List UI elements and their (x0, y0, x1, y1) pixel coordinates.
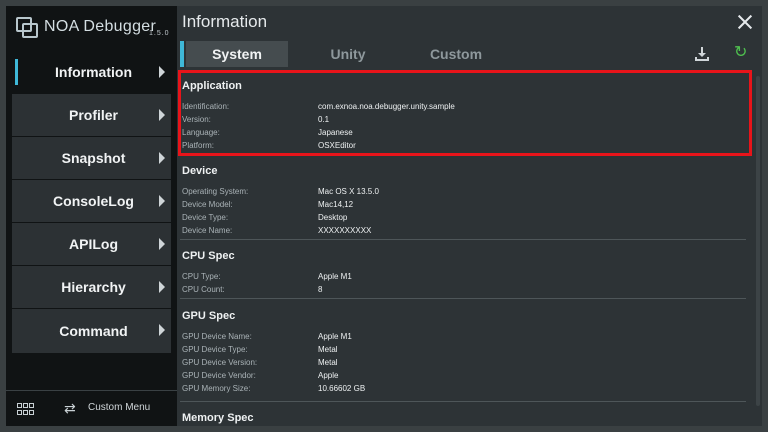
sidebar-nav: Information Profiler Snapshot ConsoleLog… (6, 50, 177, 354)
section-divider (180, 239, 746, 240)
app-name: NOA Debugger (44, 18, 157, 35)
info-value: Apple (318, 371, 339, 380)
active-indicator (15, 59, 18, 85)
chevron-right-icon (159, 66, 165, 78)
sidebar-item-command[interactable]: Command (12, 309, 171, 353)
information-content: Application Identification: com.exnoa.no… (178, 70, 750, 426)
info-key: GPU Memory Size: (182, 384, 251, 393)
info-value: Japanese (318, 128, 353, 137)
section-title: Application (182, 80, 242, 92)
noa-debugger-window: NOA Debugger 1.5.0 Information Profiler … (6, 6, 762, 426)
section-title: CPU Spec (182, 250, 235, 262)
info-value: Mac OS X 13.5.0 (318, 187, 379, 196)
info-key: GPU Device Version: (182, 358, 258, 367)
page-title: Information (182, 12, 268, 31)
chevron-right-icon (159, 238, 165, 250)
sidebar-item-label: Hierarchy (61, 279, 126, 295)
close-icon[interactable] (737, 14, 753, 30)
sidebar-item-label: Profiler (68, 107, 118, 123)
download-icon[interactable] (695, 47, 709, 61)
chevron-right-icon (159, 281, 165, 293)
info-value: 8 (318, 285, 323, 294)
app-logo: NOA Debugger (16, 14, 156, 40)
info-value: XXXXXXXXXX (318, 226, 372, 235)
content-scrollbar[interactable] (754, 70, 762, 426)
info-value: com.exnoa.noa.debugger.unity.sample (318, 102, 455, 111)
section-memory-spec: Memory Spec (178, 412, 746, 426)
sidebar-footer: ⇄ Custom Menu (6, 390, 177, 426)
info-key: CPU Count: (182, 285, 225, 294)
info-value: Apple M1 (318, 332, 352, 341)
grid-menu-icon[interactable] (17, 403, 35, 415)
info-key: Device Name: (182, 226, 233, 235)
section-divider (180, 298, 746, 299)
tab-system[interactable]: System (186, 41, 288, 67)
sidebar-item-label: ConsoleLog (53, 193, 134, 209)
chevron-right-icon (159, 195, 165, 207)
sidebar-item-apilog[interactable]: APILog (12, 223, 171, 265)
section-gpu-spec: GPU Spec GPU Device Name: Apple M1 GPU D… (178, 310, 746, 400)
info-value: Apple M1 (318, 272, 352, 281)
info-value: Desktop (318, 213, 348, 222)
tab-active-indicator (180, 41, 184, 67)
info-key: Identification: (182, 102, 230, 111)
sidebar: NOA Debugger 1.5.0 Information Profiler … (6, 6, 177, 426)
section-application: Application Identification: com.exnoa.no… (178, 80, 746, 160)
info-key: GPU Device Name: (182, 332, 252, 341)
info-value: 10.66602 GB (318, 384, 366, 393)
info-key: Device Type: (182, 213, 229, 222)
info-key: Device Model: (182, 200, 233, 209)
sidebar-item-label: Snapshot (61, 150, 126, 166)
chevron-right-icon (159, 109, 165, 121)
info-key: GPU Device Vendor: (182, 371, 256, 380)
info-value: OSXEditor (318, 141, 356, 150)
app-version: 1.5.0 (149, 30, 170, 37)
tab-custom[interactable]: Custom (406, 41, 506, 67)
info-key: CPU Type: (182, 272, 221, 281)
custom-menu-button[interactable]: Custom Menu (88, 402, 150, 413)
sidebar-item-hierarchy[interactable]: Hierarchy (12, 266, 171, 308)
chevron-right-icon (159, 152, 165, 164)
section-device: Device Operating System: Mac OS X 13.5.0… (178, 165, 746, 245)
section-title: Device (182, 165, 218, 177)
info-key: Language: (182, 128, 220, 137)
section-cpu-spec: CPU Spec CPU Type: Apple M1 CPU Count: 8 (178, 250, 746, 300)
section-title: GPU Spec (182, 310, 236, 322)
info-key: GPU Device Type: (182, 345, 248, 354)
info-key: Platform: (182, 141, 215, 150)
tab-unity[interactable]: Unity (298, 41, 398, 67)
swap-arrows-icon[interactable]: ⇄ (64, 400, 76, 417)
info-value: Mac14,12 (318, 200, 354, 209)
tab-bar: System Unity Custom (180, 41, 762, 67)
info-key: Operating System: (182, 187, 249, 196)
info-value: Metal (318, 345, 338, 354)
section-title: Memory Spec (182, 412, 254, 424)
section-divider (180, 401, 746, 402)
refresh-icon[interactable]: ↻ (734, 45, 747, 61)
info-value: Metal (318, 358, 338, 367)
info-key: Version: (182, 115, 211, 124)
sidebar-item-consolelog[interactable]: ConsoleLog (12, 180, 171, 222)
sidebar-item-snapshot[interactable]: Snapshot (12, 137, 171, 179)
sidebar-item-label: Command (59, 323, 128, 339)
sidebar-item-label: APILog (69, 236, 118, 252)
chevron-right-icon (159, 324, 165, 336)
info-value: 0.1 (318, 115, 330, 124)
sidebar-item-information[interactable]: Information (12, 51, 171, 93)
sidebar-item-profiler[interactable]: Profiler (12, 94, 171, 136)
noa-logo-icon (16, 17, 38, 38)
sidebar-item-label: Information (55, 64, 132, 80)
scrollbar-thumb[interactable] (756, 76, 760, 406)
